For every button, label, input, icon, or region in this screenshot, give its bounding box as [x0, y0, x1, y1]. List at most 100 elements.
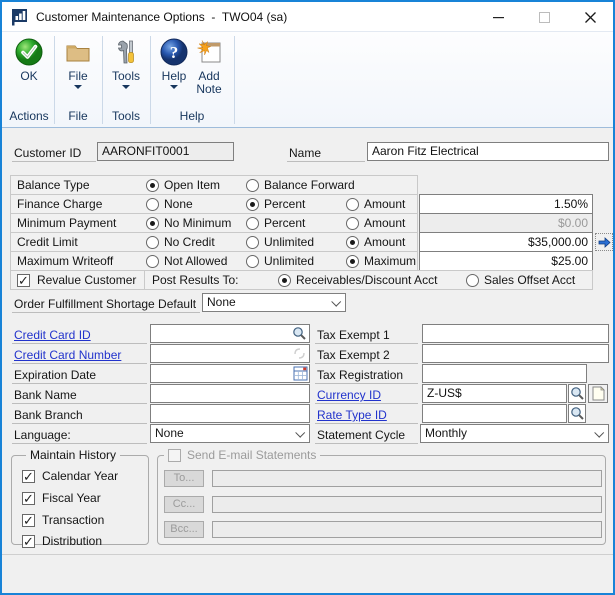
language-value: None [155, 426, 184, 440]
radio-sales-offset-acct[interactable]: Sales Offset Acct [466, 273, 575, 287]
radio-icon [246, 217, 259, 230]
tax-exempt-2-field[interactable] [422, 344, 609, 363]
credit-card-number-field[interactable] [150, 344, 310, 363]
shortage-default-value: None [207, 295, 236, 309]
ok-button[interactable]: OK [7, 37, 51, 83]
minimize-button[interactable] [475, 2, 521, 32]
rate-type-id-label[interactable]: Rate Type ID [315, 407, 418, 424]
currency-note-button[interactable] [588, 384, 608, 403]
finance-charge-value-field[interactable]: 1.50% [419, 194, 593, 214]
distribution-item[interactable]: Distribution [22, 534, 102, 548]
language-dropdown[interactable]: None [150, 424, 310, 443]
radio-icon [346, 255, 359, 268]
transaction-item[interactable]: Transaction [22, 513, 104, 527]
radio-mw-maximum[interactable]: Maximum [346, 254, 416, 268]
radio-icon [246, 198, 259, 211]
close-button[interactable] [567, 2, 613, 32]
maximum-writeoff-value-field[interactable]: $25.00 [419, 251, 593, 271]
minimum-payment-value-field: $0.00 [419, 213, 593, 233]
note-icon [592, 386, 605, 401]
radio-cl-no-credit[interactable]: No Credit [146, 235, 215, 249]
customer-maintenance-options-window: Customer Maintenance Options - TWO04 (sa… [0, 0, 615, 595]
currency-id-field[interactable]: Z-US$ [422, 384, 567, 403]
radio-icon [466, 274, 479, 287]
expiration-date-calendar-button[interactable] [292, 365, 308, 381]
customer-id-label: Customer ID [12, 145, 96, 162]
bank-branch-label: Bank Branch [12, 407, 147, 424]
radio-fc-percent[interactable]: Percent [246, 197, 305, 211]
radio-cl-unlimited[interactable]: Unlimited [246, 235, 314, 249]
distribution-checkbox[interactable] [22, 535, 35, 548]
order-fulfillment-shortage-default-label: Order Fulfillment Shortage Default [12, 296, 200, 313]
credit-card-number-label[interactable]: Credit Card Number [12, 347, 147, 364]
magnifier-icon [292, 326, 307, 341]
ribbon-separator [234, 36, 235, 124]
radio-mw-not-allowed[interactable]: Not Allowed [146, 254, 227, 268]
radio-icon [346, 198, 359, 211]
currency-id-label[interactable]: Currency ID [315, 387, 418, 404]
file-menu-button[interactable]: File [56, 37, 100, 89]
expansion-arrow-icon [598, 237, 611, 248]
radio-receivables-discount-acct[interactable]: Receivables/Discount Acct [278, 273, 437, 287]
radio-cl-amount[interactable]: Amount [346, 235, 405, 249]
minimum-payment-row: Minimum Payment No Minimum Percent Amoun… [10, 213, 418, 233]
credit-card-id-field[interactable] [150, 324, 310, 343]
radio-mw-unlimited[interactable]: Unlimited [246, 254, 314, 268]
expiration-date-field[interactable] [150, 364, 310, 383]
radio-mp-amount[interactable]: Amount [346, 216, 405, 230]
radio-fc-amount[interactable]: Amount [346, 197, 405, 211]
ribbon-group-tools: Tools [102, 107, 150, 125]
svg-text:?: ? [170, 43, 179, 62]
credit-card-id-lookup-button[interactable] [291, 325, 308, 342]
radio-fc-none[interactable]: None [146, 197, 193, 211]
calendar-year-item[interactable]: Calendar Year [22, 469, 118, 483]
magnifier-icon [570, 386, 585, 401]
customer-id-field[interactable]: AARONFIT0001 [97, 142, 234, 161]
radio-mp-no-minimum[interactable]: No Minimum [146, 216, 231, 230]
fiscal-year-item[interactable]: Fiscal Year [22, 491, 101, 505]
bank-name-field[interactable] [150, 384, 310, 403]
radio-icon [146, 255, 159, 268]
tools-menu-button[interactable]: Tools [104, 37, 148, 89]
radio-icon [278, 274, 291, 287]
radio-icon [146, 179, 159, 192]
credit-card-id-label[interactable]: Credit Card ID [12, 327, 147, 344]
tax-exempt-2-label: Tax Exempt 2 [315, 347, 418, 364]
to-button: To... [164, 470, 204, 487]
title-bar: Customer Maintenance Options - TWO04 (sa… [2, 2, 613, 32]
name-label: Name [287, 145, 365, 162]
chevron-down-icon [295, 428, 305, 438]
add-note-icon [194, 37, 224, 67]
balance-type-row: Balance Type Open Item Balance Forward [10, 175, 418, 195]
bank-branch-field[interactable] [150, 404, 310, 423]
rate-type-id-lookup-button[interactable] [568, 404, 586, 423]
rate-type-id-field[interactable] [422, 404, 567, 423]
currency-id-lookup-button[interactable] [568, 384, 586, 403]
name-field[interactable]: Aaron Fitz Electrical [367, 142, 609, 161]
calendar-year-checkbox[interactable] [22, 470, 35, 483]
radio-balance-forward[interactable]: Balance Forward [246, 178, 355, 192]
radio-open-item[interactable]: Open Item [146, 178, 220, 192]
shortage-default-dropdown[interactable]: None [202, 293, 346, 312]
send-email-statements-checkbox [168, 449, 181, 462]
revalue-customer-row: Revalue Customer Post Results To: Receiv… [10, 270, 593, 290]
bank-name-label: Bank Name [12, 387, 147, 404]
revalue-customer-checkbox[interactable] [17, 274, 30, 287]
fiscal-year-checkbox[interactable] [22, 492, 35, 505]
radio-icon [346, 236, 359, 249]
credit-limit-value-field[interactable]: $35,000.00 [419, 232, 593, 252]
radio-icon [346, 217, 359, 230]
add-note-button[interactable]: Add Note [188, 37, 230, 96]
radio-mp-percent[interactable]: Percent [246, 216, 305, 230]
transaction-checkbox[interactable] [22, 514, 35, 527]
statement-cycle-label: Statement Cycle [315, 427, 418, 444]
balance-type-label: Balance Type [17, 178, 90, 192]
help-icon: ? [159, 37, 189, 67]
cc-button: Cc... [164, 496, 204, 513]
statement-cycle-dropdown[interactable]: Monthly [420, 424, 609, 443]
magnifier-icon [570, 406, 585, 421]
cc-field [212, 496, 602, 513]
tax-exempt-1-field[interactable] [422, 324, 609, 343]
credit-limit-expansion-button[interactable] [595, 233, 613, 251]
tax-registration-field[interactable] [422, 364, 587, 383]
